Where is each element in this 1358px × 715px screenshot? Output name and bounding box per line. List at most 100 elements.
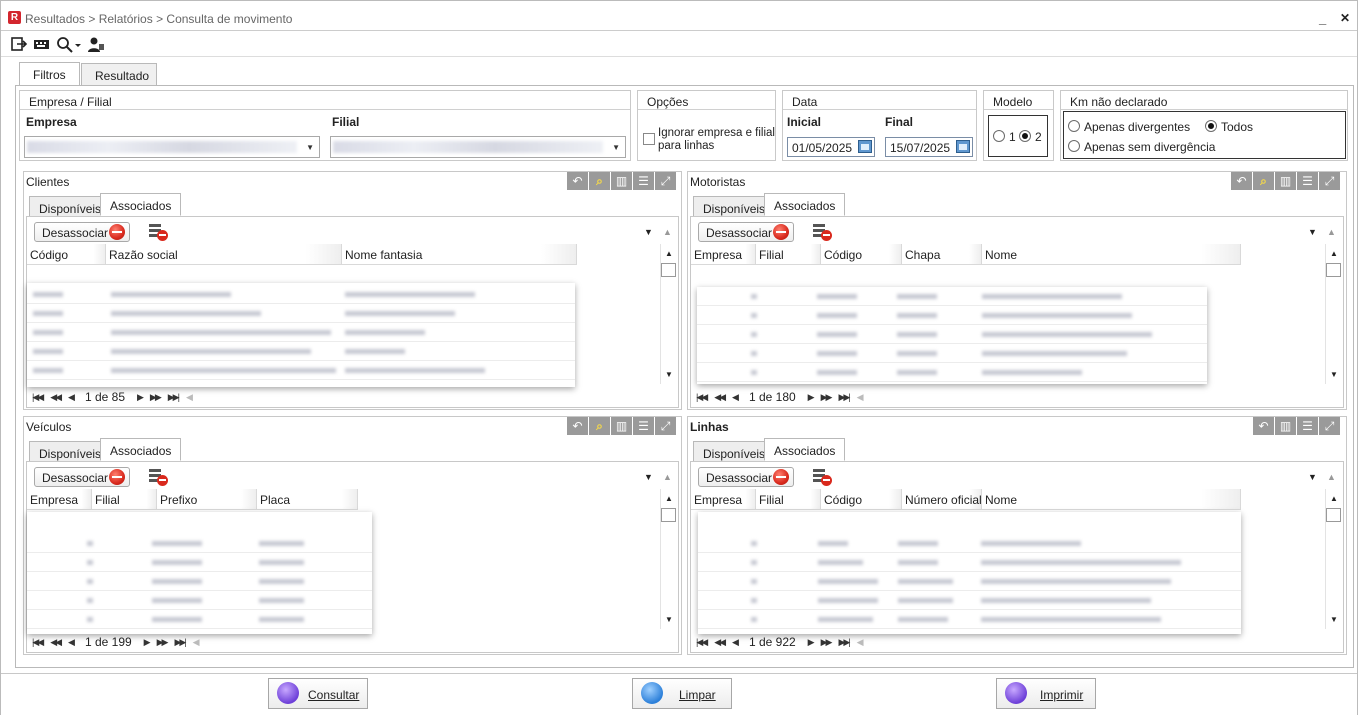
remove-multiple-icon[interactable] [813,467,833,486]
columns-icon[interactable]: ▥ [611,417,632,435]
consultar-button[interactable]: Consultar [268,678,368,709]
next-page-fast-icon[interactable]: ▶▶ [821,392,833,403]
undo-icon[interactable]: ↶ [567,172,588,190]
chevron-down-icon[interactable]: ▼ [644,227,653,237]
undo-icon[interactable]: ↶ [1253,417,1274,435]
chevron-down-icon[interactable]: ▼ [644,472,653,482]
last-page-icon[interactable]: ▶▶| [838,392,850,403]
next-page-fast-icon[interactable]: ▶▶ [821,637,833,648]
prev-page-icon[interactable]: ◀ [68,392,75,403]
col-header[interactable]: Código [821,489,902,509]
col-header[interactable]: Razão social [106,244,342,264]
col-header[interactable]: Filial [756,489,821,509]
close-button[interactable]: ✕ [1340,11,1350,25]
vertical-scrollbar[interactable]: ▲ ▼ [660,244,676,384]
last-page-icon[interactable]: ▶▶| [174,637,186,648]
columns-icon[interactable]: ▥ [1275,417,1296,435]
col-header[interactable]: Chapa [902,244,982,264]
tab-associados[interactable]: Associados [100,438,182,461]
apenas-divergentes-radio[interactable] [1068,120,1080,132]
col-header[interactable]: Código [27,244,106,264]
tab-disponiveis[interactable]: Disponíveis [29,196,112,218]
prev-page-icon[interactable]: ◀ [68,637,75,648]
col-header[interactable]: Placa [257,489,358,509]
calendar-icon[interactable] [858,140,872,153]
next-page-fast-icon[interactable]: ▶▶ [157,637,169,648]
undo-icon[interactable]: ↶ [567,417,588,435]
prev-page-fast-icon[interactable]: ◀◀ [50,637,62,648]
chevron-down-icon[interactable]: ▼ [1308,227,1317,237]
expand-icon[interactable]: ⤢ [655,417,676,435]
ignorar-checkbox[interactable] [643,133,655,145]
tab-filtros[interactable]: Filtros [19,62,80,86]
chevron-up-icon[interactable]: ▲ [1327,472,1336,482]
col-header[interactable]: Filial [756,244,821,264]
imprimir-button[interactable]: Imprimir [996,678,1096,709]
tab-resultado[interactable]: Resultado [81,63,157,86]
todos-radio[interactable] [1205,120,1217,132]
tab-disponiveis[interactable]: Disponíveis [29,441,112,463]
col-header[interactable]: Número oficial [902,489,982,509]
next-page-icon[interactable]: ▶ [144,637,151,648]
data-inicial-input[interactable]: 01/05/2025 [787,137,875,157]
tab-associados[interactable]: Associados [764,193,846,216]
filial-select[interactable]: ▼ [330,136,626,158]
tab-associados[interactable]: Associados [764,438,846,461]
next-page-fast-icon[interactable]: ▶▶ [150,392,162,403]
modelo-1-radio[interactable] [993,130,1005,142]
col-header[interactable]: Empresa [691,244,756,264]
desassociar-button[interactable]: Desassociar [34,222,130,242]
calendar-icon[interactable] [956,140,970,153]
col-header[interactable]: Filial [92,489,157,509]
search-icon[interactable]: ⌕ [1253,172,1274,190]
col-header[interactable]: Prefixo [157,489,257,509]
col-header[interactable]: Nome [982,244,1241,264]
col-header[interactable]: Nome [982,489,1241,509]
search-icon[interactable]: ⌕ [589,417,610,435]
next-page-icon[interactable]: ▶ [137,392,144,403]
columns-icon[interactable]: ▥ [611,172,632,190]
expand-icon[interactable]: ⤢ [655,172,676,190]
prev-page-icon[interactable]: ◀ [732,637,739,648]
first-page-icon[interactable]: |◀◀ [32,392,44,403]
tab-associados[interactable]: Associados [100,193,182,216]
vertical-scrollbar[interactable]: ▲ ▼ [1325,244,1341,384]
next-page-icon[interactable]: ▶ [808,392,815,403]
desassociar-button[interactable]: Desassociar [698,222,794,242]
columns-icon[interactable]: ▥ [1275,172,1296,190]
expand-icon[interactable]: ⤢ [1319,417,1340,435]
col-header[interactable]: Empresa [691,489,756,509]
prev-page-fast-icon[interactable]: ◀◀ [714,637,726,648]
last-page-icon[interactable]: ▶▶| [838,637,850,648]
remove-multiple-icon[interactable] [149,222,169,241]
search-dropdown-icon[interactable] [56,36,82,53]
next-page-icon[interactable]: ▶ [808,637,815,648]
list-icon[interactable]: ☰ [633,417,654,435]
desassociar-button[interactable]: Desassociar [34,467,130,487]
search-icon[interactable]: ⌕ [589,172,610,190]
vertical-scrollbar[interactable]: ▲ ▼ [1325,489,1341,629]
last-page-icon[interactable]: ▶▶| [168,392,180,403]
minimize-button[interactable]: _ [1319,11,1326,26]
first-page-icon[interactable]: |◀◀ [32,637,44,648]
empresa-select[interactable]: ▼ [24,136,320,158]
data-final-input[interactable]: 15/07/2025 [885,137,973,157]
list-icon[interactable]: ☰ [1297,417,1318,435]
first-page-icon[interactable]: |◀◀ [696,637,708,648]
chevron-up-icon[interactable]: ▲ [663,227,672,237]
chevron-up-icon[interactable]: ▲ [1327,227,1336,237]
remove-multiple-icon[interactable] [813,222,833,241]
limpar-button[interactable]: Limpar [632,678,732,709]
list-icon[interactable]: ☰ [633,172,654,190]
apenas-sem-divergencia-radio[interactable] [1068,140,1080,152]
remove-multiple-icon[interactable] [149,467,169,486]
modelo-2-radio[interactable] [1019,130,1031,142]
expand-icon[interactable]: ⤢ [1319,172,1340,190]
col-header[interactable]: Código [821,244,902,264]
user-icon[interactable] [87,36,105,53]
prev-page-fast-icon[interactable]: ◀◀ [50,392,62,403]
col-header[interactable]: Empresa [27,489,92,509]
undo-icon[interactable]: ↶ [1231,172,1252,190]
desassociar-button[interactable]: Desassociar [698,467,794,487]
tab-disponiveis[interactable]: Disponíveis [693,441,776,463]
